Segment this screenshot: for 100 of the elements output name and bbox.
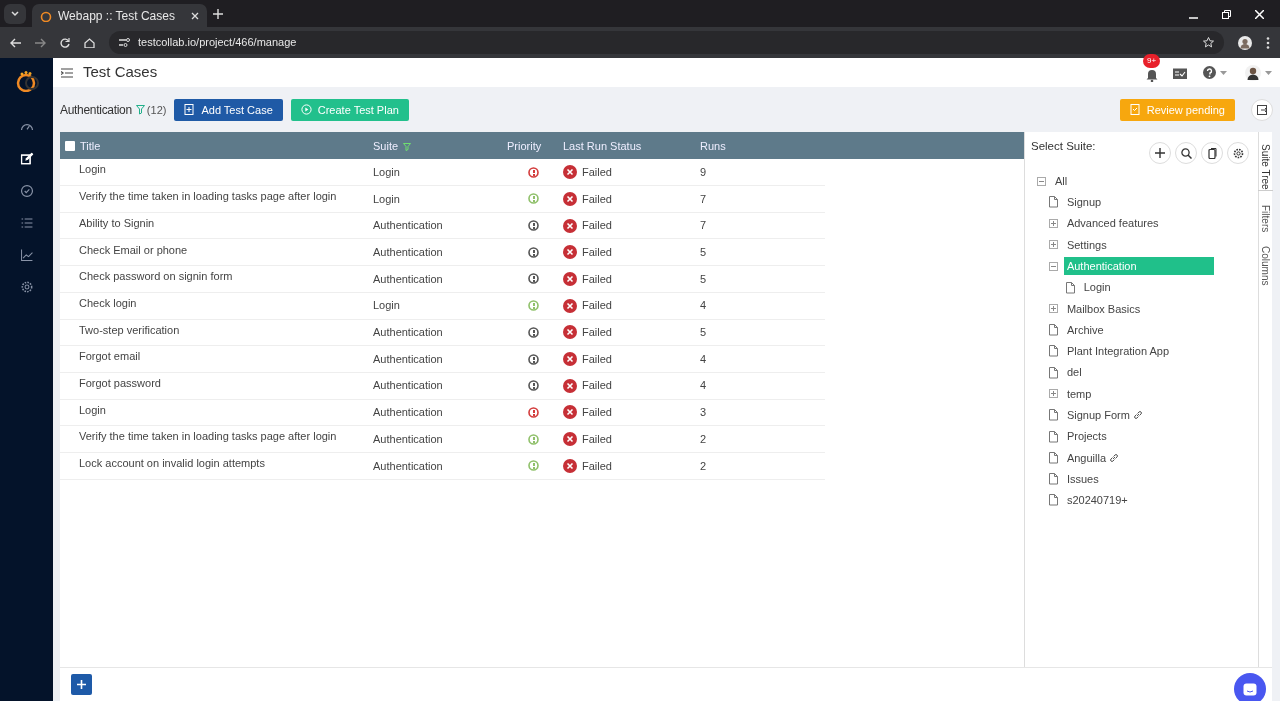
browser-tab[interactable]: Webapp :: Test Cases [32,4,207,27]
plus-icon [77,679,86,689]
test-case-title[interactable]: Check login [79,294,137,312]
add-suite-button[interactable] [1149,142,1171,165]
collapse-panel-button[interactable] [1251,98,1273,121]
chat-icon [1243,682,1257,696]
side-tab[interactable]: Suite Tree [1258,144,1273,191]
suite-name: Authentication [373,406,443,419]
close-icon[interactable] [191,11,199,20]
run-status: Failed [582,458,612,474]
profile-avatar-icon[interactable] [1238,35,1252,50]
column-header[interactable]: Last Run Status [563,137,642,155]
suite-tree-item[interactable]: Anguilla [1063,448,1110,468]
collapse-toggle[interactable] [1048,261,1058,271]
filter-icon [403,142,412,151]
test-case-title[interactable]: Forgot email [79,348,141,365]
suite-tree-item[interactable]: Mailbox Basics [1063,299,1144,319]
test-case-title[interactable]: Forgot password [79,374,161,392]
notification-icon[interactable] [1145,67,1159,82]
home-icon[interactable] [84,37,95,48]
side-tab[interactable]: Filters [1258,204,1273,233]
plus-icon [1049,241,1057,249]
test-case-title[interactable]: Check password on signin form [79,268,233,285]
test-case-title[interactable]: Ability to Signin [79,214,155,232]
expand-toggle[interactable] [1048,389,1058,399]
suite-tree-item[interactable]: del [1063,363,1085,382]
file-icon [1065,281,1075,294]
settings-icon [1232,147,1244,159]
add-button[interactable] [71,673,92,695]
search-icon [1180,147,1192,159]
back-icon[interactable] [10,37,21,48]
suite-tree-item[interactable]: Signup Form [1063,406,1133,425]
suite-tree-item[interactable]: All [1052,171,1071,191]
suite-name: Authentication [373,272,443,285]
chat-button[interactable] [1234,673,1266,701]
file-icon [1048,324,1058,337]
run-count: 4 [700,299,707,312]
failed-icon [563,165,577,180]
test-case-title[interactable]: Check Email or phone [79,241,188,259]
column-header[interactable]: Title [80,137,101,155]
search-button[interactable] [1175,142,1197,165]
suite-name: Authentication [60,101,132,119]
column-header[interactable]: Priority [507,137,542,155]
reload-icon[interactable] [60,37,70,48]
suite-name: Authentication [373,432,443,445]
test-case-title[interactable]: Login [79,401,106,419]
suite-tree-item[interactable]: temp [1063,384,1095,404]
test-case-title[interactable]: Login [79,161,106,178]
test-case-title[interactable]: Lock account on invalid login attempts [79,455,265,472]
suite-tree-item[interactable]: Plant Integration App [1063,342,1173,361]
expand-toggle[interactable] [1048,304,1058,314]
calendar-check-icon[interactable] [1173,66,1187,79]
star-icon[interactable] [1203,37,1214,48]
suite-tree-item[interactable]: Signup [1063,193,1105,212]
run-status: Failed [582,191,612,207]
run-status: Failed [582,378,612,394]
suite-tree-item[interactable]: s20240719+ [1063,491,1131,510]
suite-tree-item[interactable]: Archive [1063,320,1107,340]
restore-icon[interactable] [1222,10,1231,19]
tab-list-button[interactable] [4,4,26,24]
plus-icon [1049,220,1057,228]
suite-name: Authentication [373,246,443,259]
settings-button[interactable] [1227,142,1249,165]
user-menu[interactable] [1245,64,1272,81]
select-all-checkbox[interactable] [65,140,75,151]
run-status: Failed [582,218,612,234]
run-count: 3 [700,406,707,419]
collapse-toggle[interactable] [1037,176,1046,186]
add-test-case-button[interactable]: Add Test Case [174,98,283,121]
suite-tree-item[interactable]: Login [1080,278,1114,297]
file-plus-icon [184,104,196,116]
run-count: 5 [700,272,707,285]
suite-tree-item[interactable]: Settings [1063,235,1110,255]
test-case-title[interactable]: Two-step verification [79,321,180,339]
user-avatar-icon [1245,64,1261,81]
suite-tree-item[interactable]: Issues [1063,469,1102,489]
new-tab-icon[interactable] [213,9,223,19]
suite-tree-item[interactable]: Advanced features [1063,214,1162,233]
test-case-title[interactable]: Verify the time taken in loading tasks page after login [79,428,337,445]
failed-icon [563,298,577,313]
chevron-down-icon [11,11,19,17]
menu-icon[interactable] [61,67,73,78]
column-header[interactable]: Suite [373,139,399,152]
suite-name: Authentication [373,326,443,339]
side-tab[interactable]: Columns [1258,246,1273,286]
test-case-title[interactable]: Verify the time taken in loading tasks page after login [79,188,337,205]
suite-name: Login [373,299,400,312]
address-bar[interactable]: testcollab.io/project/466/manage [109,31,1224,54]
run-count: 2 [700,459,707,472]
run-count: 5 [700,246,707,259]
run-count: 4 [700,352,707,365]
help-menu[interactable] [1203,66,1227,80]
run-status: Failed [582,245,612,261]
expand-toggle[interactable] [1048,219,1058,229]
more-icon[interactable] [1266,36,1270,49]
forward-icon[interactable] [35,37,46,48]
suite-tree-item[interactable]: Projects [1063,427,1110,446]
expand-toggle[interactable] [1048,240,1058,250]
column-header[interactable]: Runs [700,139,726,152]
copy-button[interactable] [1201,142,1223,165]
